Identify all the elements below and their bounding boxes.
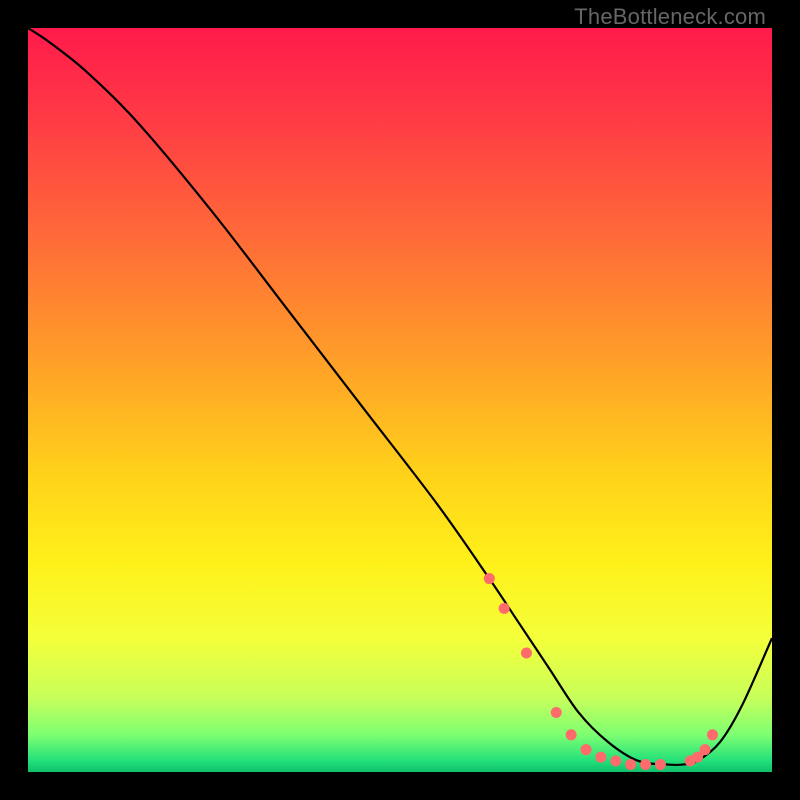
highlight-point [521, 647, 532, 658]
highlight-point [499, 603, 510, 614]
highlight-point [625, 759, 636, 770]
highlight-point [610, 755, 621, 766]
highlight-point [640, 759, 651, 770]
highlight-point [707, 729, 718, 740]
highlight-point [595, 752, 606, 763]
highlight-point [700, 744, 711, 755]
chart-background [28, 28, 772, 772]
bottleneck-chart [28, 28, 772, 772]
highlight-point [655, 759, 666, 770]
chart-frame [28, 28, 772, 772]
highlight-point [551, 707, 562, 718]
highlight-point [566, 729, 577, 740]
highlight-point [484, 573, 495, 584]
watermark-text: TheBottleneck.com [574, 4, 766, 30]
highlight-point [581, 744, 592, 755]
